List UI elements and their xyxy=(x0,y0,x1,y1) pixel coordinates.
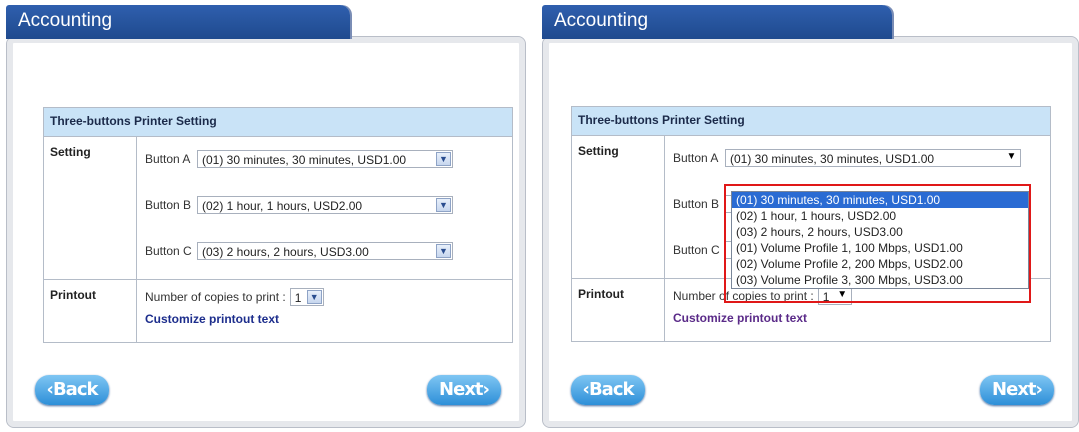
button-c-label: Button C xyxy=(145,244,192,258)
button-a-row: Button A (01) 30 minutes, 30 minutes, US… xyxy=(673,146,1042,170)
copies-value: 1 xyxy=(294,291,302,305)
chevron-down-icon[interactable]: ▼ xyxy=(834,289,850,303)
dropdown-option[interactable]: (01) Volume Profile 1, 100 Mbps, USD1.00 xyxy=(732,240,1028,256)
button-a-value: (01) 30 minutes, 30 minutes, USD1.00 xyxy=(202,153,407,167)
chevron-down-icon[interactable]: ▼ xyxy=(1004,151,1019,165)
button-a-select[interactable]: (01) 30 minutes, 30 minutes, USD1.00 ▼ xyxy=(725,149,1021,167)
section-title: Accounting xyxy=(554,10,649,31)
setting-label: Setting xyxy=(571,135,665,279)
chevron-down-icon[interactable]: ▼ xyxy=(436,198,451,212)
dropdown-option[interactable]: (02) 1 hour, 1 hours, USD2.00 xyxy=(732,208,1028,224)
back-button[interactable]: ‹Back xyxy=(571,375,645,405)
back-button[interactable]: ‹Back xyxy=(35,375,109,405)
left-panel: Three-buttons Printer Setting Setting Bu… xyxy=(0,0,530,432)
button-a-label: Button A xyxy=(673,151,719,165)
printer-settings-table: Three-buttons Printer Setting Setting Bu… xyxy=(43,107,513,343)
setting-label: Setting xyxy=(43,136,137,280)
copies-row: Number of copies to print : 1 ▼ xyxy=(145,286,504,308)
copies-label: Number of copies to print : xyxy=(673,289,814,303)
customize-printout-link[interactable]: Customize printout text xyxy=(145,312,504,326)
next-button[interactable]: Next› xyxy=(980,375,1054,405)
printout-label: Printout xyxy=(43,279,137,343)
chevron-down-icon[interactable]: ▼ xyxy=(436,152,451,166)
chevron-down-icon[interactable]: ▼ xyxy=(306,290,322,304)
customize-printout-link[interactable]: Customize printout text xyxy=(673,311,1042,325)
copies-select[interactable]: 1 ▼ xyxy=(289,288,324,306)
copies-select[interactable]: 1 ▼ xyxy=(817,287,852,305)
content-area: Three-buttons Printer Setting Setting Bu… xyxy=(17,47,515,417)
right-panel: Three-buttons Printer Setting Setting Bu… xyxy=(542,0,1079,432)
section-tab: Accounting xyxy=(6,5,350,39)
copies-label: Number of copies to print : xyxy=(145,290,286,304)
content-frame: Three-buttons Printer Setting Setting Bu… xyxy=(6,36,526,428)
dropdown-option[interactable]: (03) 2 hours, 2 hours, USD3.00 xyxy=(732,224,1028,240)
section-title: Accounting xyxy=(18,10,113,31)
button-c-select[interactable]: (03) 2 hours, 2 hours, USD3.00 ▼ xyxy=(197,242,453,260)
button-a-label: Button A xyxy=(145,152,191,166)
copies-value: 1 xyxy=(822,290,830,304)
button-a-select[interactable]: (01) 30 minutes, 30 minutes, USD1.00 ▼ xyxy=(197,150,453,168)
printout-values: Number of copies to print : 1 ▼ Customiz… xyxy=(136,279,513,343)
button-c-row: Button C (03) 2 hours, 2 hours, USD3.00 … xyxy=(145,239,504,263)
button-b-label: Button B xyxy=(145,198,192,212)
button-a-value: (01) 30 minutes, 30 minutes, USD1.00 xyxy=(730,152,935,166)
chevron-down-icon[interactable]: ▼ xyxy=(436,244,451,258)
next-button[interactable]: Next› xyxy=(427,375,501,405)
button-b-select[interactable]: (02) 1 hour, 1 hours, USD2.00 ▼ xyxy=(197,196,453,214)
content-frame: Three-buttons Printer Setting Setting Bu… xyxy=(542,36,1079,428)
button-c-value: (03) 2 hours, 2 hours, USD3.00 xyxy=(202,245,369,259)
table-title: Three-buttons Printer Setting xyxy=(571,106,1051,136)
dropdown-option[interactable]: (02) Volume Profile 2, 200 Mbps, USD2.00 xyxy=(732,256,1028,272)
button-b-label: Button B xyxy=(673,197,720,211)
button-c-label: Button C xyxy=(673,243,720,257)
dropdown-option[interactable]: (03) Volume Profile 3, 300 Mbps, USD3.00 xyxy=(732,272,1028,288)
printout-label: Printout xyxy=(571,278,665,342)
button-a-row: Button A (01) 30 minutes, 30 minutes, US… xyxy=(145,147,504,171)
button-b-row: Button B (02) 1 hour, 1 hours, USD2.00 ▼ xyxy=(145,193,504,217)
button-a-dropdown-list[interactable]: (01) 30 minutes, 30 minutes, USD1.00 (02… xyxy=(731,191,1029,289)
section-tab: Accounting xyxy=(542,5,892,39)
dropdown-option[interactable]: (01) 30 minutes, 30 minutes, USD1.00 xyxy=(732,192,1028,208)
table-title: Three-buttons Printer Setting xyxy=(43,107,513,137)
setting-values: Button A (01) 30 minutes, 30 minutes, US… xyxy=(136,136,513,280)
button-b-value: (02) 1 hour, 1 hours, USD2.00 xyxy=(202,199,363,213)
